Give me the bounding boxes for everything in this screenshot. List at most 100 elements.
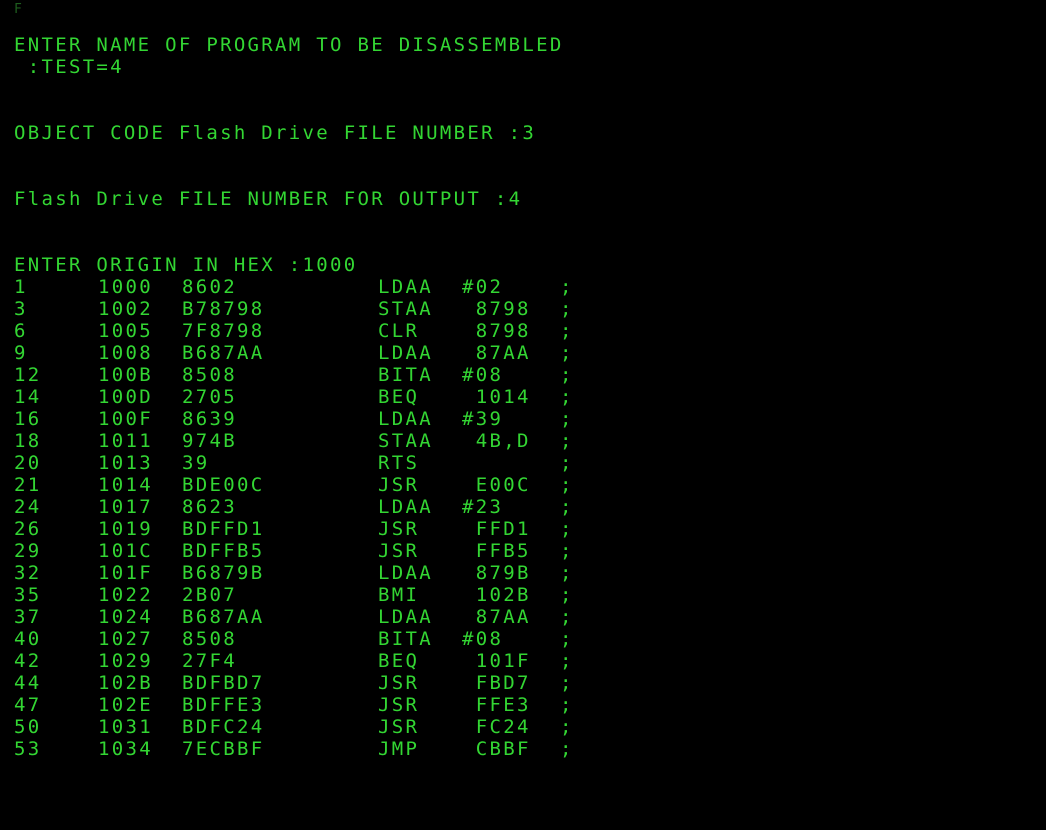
listing-comment-marker: ;	[560, 364, 574, 386]
listing-address: 102E	[98, 694, 153, 716]
listing-address: 1008	[98, 342, 153, 364]
listing-object-code: 8508	[182, 364, 237, 386]
listing-object-code: 8508	[182, 628, 237, 650]
listing-operand: 879B	[462, 562, 531, 584]
listing-line-number: 12	[14, 364, 42, 386]
listing-address: 100B	[98, 364, 153, 386]
listing-mnemonic: JMP	[378, 738, 420, 760]
listing-operand: FC24	[462, 716, 531, 738]
prompt-program-name: ENTER NAME OF PROGRAM TO BE DISASSEMBLED	[14, 34, 564, 56]
listing-object-code: BDFBD7	[182, 672, 265, 694]
listing-object-code: BDFFB5	[182, 540, 265, 562]
listing-mnemonic: JSR	[378, 672, 420, 694]
listing-line-number: 40	[14, 628, 42, 650]
listing-row: 26 1019 BDFFD1 JSR FFD1;	[0, 518, 600, 540]
listing-operand: 87AA	[462, 606, 531, 628]
listing-row: 44 102B BDFBD7 JSR FBD7;	[0, 672, 600, 694]
listing-operand: #08	[462, 364, 504, 386]
listing-comment-marker: ;	[560, 694, 574, 716]
listing-mnemonic: JSR	[378, 474, 420, 496]
listing-comment-marker: ;	[560, 518, 574, 540]
listing-mnemonic: BEQ	[378, 386, 420, 408]
listing-row: 50 1031 BDFC24 JSR FC24;	[0, 716, 600, 738]
listing-address: 100D	[98, 386, 153, 408]
listing-mnemonic: LDAA	[378, 496, 433, 518]
listing-comment-marker: ;	[560, 540, 574, 562]
listing-operand: 101F	[462, 650, 531, 672]
listing-mnemonic: LDAA	[378, 562, 433, 584]
listing-line-number: 42	[14, 650, 42, 672]
listing-line-number: 1	[14, 276, 28, 298]
listing-row: 35 1022 2B07 BMI 102B;	[0, 584, 600, 606]
listing-address: 1005	[98, 320, 153, 342]
listing-row: 14 100D 2705 BEQ 1014;	[0, 386, 600, 408]
listing-operand: E00C	[462, 474, 531, 496]
listing-comment-marker: ;	[560, 452, 574, 474]
listing-operand: 4B,D	[462, 430, 531, 452]
listing-comment-marker: ;	[560, 650, 574, 672]
listing-mnemonic: CLR	[378, 320, 420, 342]
listing-object-code: 2705	[182, 386, 237, 408]
listing-object-code: 8602	[182, 276, 237, 298]
listing-comment-marker: ;	[560, 430, 574, 452]
listing-address: 1011	[98, 430, 153, 452]
listing-object-code: 2B07	[182, 584, 237, 606]
listing-comment-marker: ;	[560, 716, 574, 738]
listing-mnemonic: STAA	[378, 430, 433, 452]
listing-line-number: 16	[14, 408, 42, 430]
listing-mnemonic: JSR	[378, 716, 420, 738]
listing-line-number: 32	[14, 562, 42, 584]
listing-mnemonic: RTS	[378, 452, 420, 474]
prompt-output-file: Flash Drive FILE NUMBER FOR OUTPUT :4	[14, 188, 523, 210]
listing-row: 24 1017 8623 LDAA #23;	[0, 496, 600, 518]
listing-operand: FFB5	[462, 540, 531, 562]
listing-mnemonic: BITA	[378, 364, 433, 386]
listing-comment-marker: ;	[560, 584, 574, 606]
listing-address: 101F	[98, 562, 153, 584]
listing-line-number: 37	[14, 606, 42, 628]
listing-object-code: BDFFD1	[182, 518, 265, 540]
program-name-input[interactable]: :TEST=4	[14, 56, 124, 78]
listing-object-code: 7F8798	[182, 320, 265, 342]
listing-line-number: 14	[14, 386, 42, 408]
listing-comment-marker: ;	[560, 320, 574, 342]
listing-address: 1019	[98, 518, 153, 540]
listing-line-number: 18	[14, 430, 42, 452]
listing-line-number: 44	[14, 672, 42, 694]
listing-row: 47 102E BDFFE3 JSR FFE3;	[0, 694, 600, 716]
prompt-origin-hex: ENTER ORIGIN IN HEX :1000	[14, 254, 358, 276]
listing-row: 53 1034 7ECBBF JMP CBBF;	[0, 738, 600, 760]
listing-operand: FBD7	[462, 672, 531, 694]
listing-address: 1029	[98, 650, 153, 672]
listing-line-number: 26	[14, 518, 42, 540]
listing-row: 16 100F 8639 LDAA #39;	[0, 408, 600, 430]
terminal-screen[interactable]: F ENTER NAME OF PROGRAM TO BE DISASSEMBL…	[0, 0, 1046, 830]
listing-comment-marker: ;	[560, 738, 574, 760]
listing-object-code: 8639	[182, 408, 237, 430]
listing-row: 29 101C BDFFB5 JSR FFB5;	[0, 540, 600, 562]
listing-row: 9 1008 B687AA LDAA 87AA;	[0, 342, 600, 364]
listing-line-number: 35	[14, 584, 42, 606]
listing-address: 100F	[98, 408, 153, 430]
listing-mnemonic: BITA	[378, 628, 433, 650]
listing-row: 32 101F B6879B LDAA 879B;	[0, 562, 600, 584]
listing-object-code: 974B	[182, 430, 237, 452]
listing-row: 40 1027 8508 BITA #08;	[0, 628, 600, 650]
listing-operand: 87AA	[462, 342, 531, 364]
listing-address: 1031	[98, 716, 153, 738]
listing-row: 37 1024 B687AA LDAA 87AA;	[0, 606, 600, 628]
listing-mnemonic: LDAA	[378, 276, 433, 298]
listing-comment-marker: ;	[560, 342, 574, 364]
listing-comment-marker: ;	[560, 606, 574, 628]
prompt-object-code-file: OBJECT CODE Flash Drive FILE NUMBER :3	[14, 122, 537, 144]
corner-glyph: F	[14, 2, 25, 17]
listing-operand: #23	[462, 496, 504, 518]
listing-operand: #39	[462, 408, 504, 430]
listing-mnemonic: BEQ	[378, 650, 420, 672]
listing-operand: FFE3	[462, 694, 531, 716]
listing-line-number: 53	[14, 738, 42, 760]
listing-address: 1017	[98, 496, 153, 518]
listing-comment-marker: ;	[560, 562, 574, 584]
listing-mnemonic: JSR	[378, 694, 420, 716]
listing-row: 21 1014 BDE00C JSR E00C;	[0, 474, 600, 496]
